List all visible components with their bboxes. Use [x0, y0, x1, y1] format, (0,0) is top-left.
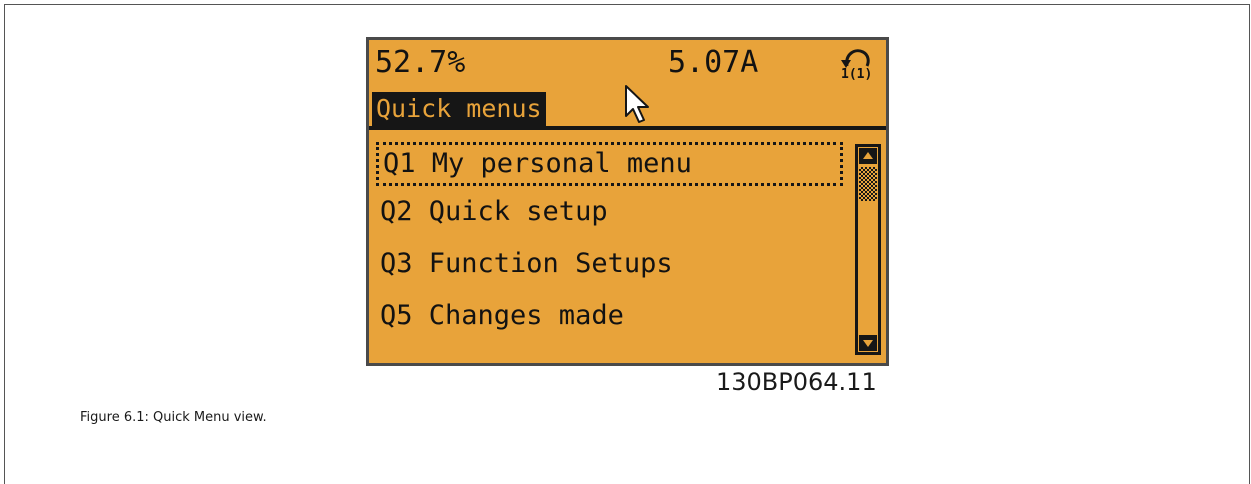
menu-title: Quick menus	[372, 92, 546, 126]
status-percent: 52.7%	[375, 45, 466, 80]
scroll-up-arrow-icon[interactable]	[859, 148, 877, 164]
menu-item-q1[interactable]: Q1 My personal menu	[376, 142, 843, 186]
menu-item-q3[interactable]: Q3 Function Setups	[376, 242, 843, 286]
figure-caption: Figure 6.1: Quick Menu view.	[80, 410, 267, 425]
status-current: 5.07A	[668, 45, 759, 80]
figure-code: 130BP064.11	[716, 368, 877, 396]
menu-item-q5[interactable]: Q5 Changes made	[376, 294, 843, 338]
scrollbar[interactable]	[855, 144, 881, 355]
lcp-display: 52.7% 5.07A 1(1) Quick menus Q1 My perso…	[366, 37, 889, 366]
scroll-thumb[interactable]	[859, 167, 877, 201]
setup-indicator-text: 1(1)	[841, 67, 873, 82]
menu-item-q2[interactable]: Q2 Quick setup	[376, 190, 843, 234]
mouse-pointer-icon	[625, 85, 649, 123]
scroll-down-arrow-icon[interactable]	[859, 335, 877, 351]
status-row: 52.7% 5.07A 1(1)	[369, 40, 886, 88]
setup-indicator-icon: 1(1)	[833, 46, 881, 82]
